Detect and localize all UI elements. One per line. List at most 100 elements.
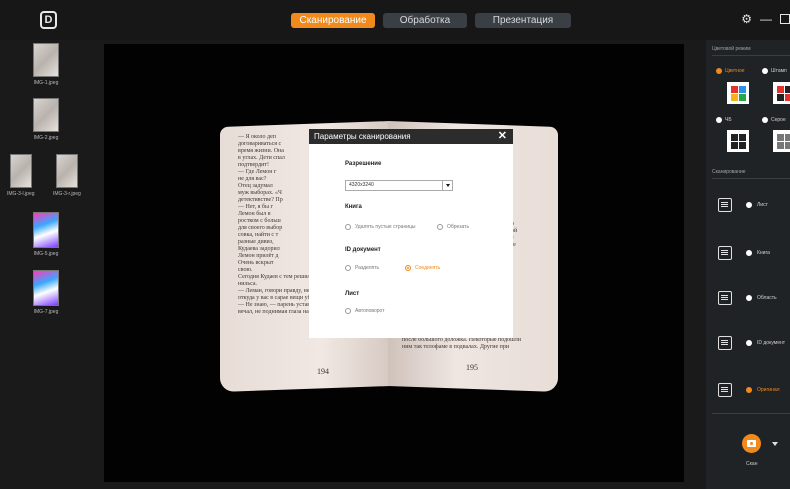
radio-dot xyxy=(345,224,351,230)
scan-mode-area[interactable]: Область xyxy=(718,291,777,305)
thumbnail-image xyxy=(9,154,32,188)
thumbnail-image xyxy=(33,212,59,248)
radio-dot xyxy=(746,387,752,393)
original-icon xyxy=(718,383,732,397)
chevron-down-icon[interactable] xyxy=(772,442,778,446)
page-number-left: 194 xyxy=(317,367,329,376)
scan-mode-sheet[interactable]: Лист xyxy=(718,198,768,212)
radio-dot xyxy=(716,117,722,123)
scan-mode-label: Книга xyxy=(757,250,770,256)
crop-option[interactable]: Обрезать xyxy=(437,224,469,230)
scan-mode-label: ID документ xyxy=(757,340,786,346)
merge-option[interactable]: Соединять xyxy=(405,265,440,271)
resolution-select[interactable]: 4320x3240 xyxy=(345,180,453,191)
scan-mode-book[interactable]: Книга xyxy=(718,246,770,260)
color-mode-stamp[interactable]: Штамп xyxy=(762,68,787,74)
thumbnail-label: IMG-2.jpeg xyxy=(33,135,59,141)
top-bar: D Сканирование Обработка Презентация ⚙ — xyxy=(0,0,790,40)
mode-tabs: Сканирование Обработка Презентация xyxy=(291,13,571,28)
thumbnail-image xyxy=(55,154,78,188)
tab-scanning[interactable]: Сканирование xyxy=(291,13,375,28)
radio-dot xyxy=(746,340,752,346)
scan-mode-original[interactable]: Оригинал xyxy=(718,383,780,397)
thumbnail-label: IMG-3-r.jpeg xyxy=(53,191,81,197)
page-number-right: 195 xyxy=(466,363,478,372)
color-mode-heading: Цветовой режим xyxy=(712,46,751,52)
thumbnail-image xyxy=(33,270,59,306)
resolution-value: 4320x3240 xyxy=(349,182,374,188)
thumbnail-image xyxy=(33,98,59,132)
option-label: Соединять xyxy=(415,265,441,271)
radio-dot xyxy=(437,224,443,230)
chevron-down-icon xyxy=(442,181,452,190)
radio-dot xyxy=(762,117,768,123)
tab-presentation[interactable]: Презентация xyxy=(475,13,571,28)
book-icon xyxy=(718,246,732,260)
divider xyxy=(712,55,790,56)
radio-dot xyxy=(762,68,768,74)
book-text-line: после большого доложка. Некоторые подошл… xyxy=(402,337,521,343)
thumbnail-label: IMG-7.jpeg xyxy=(33,309,59,315)
tab-processing[interactable]: Обработка xyxy=(383,13,467,28)
radio-dot xyxy=(405,265,411,271)
option-label: Разделять xyxy=(355,265,380,271)
radio-dot xyxy=(746,250,752,256)
color-mode-color[interactable]: Цветное xyxy=(716,68,745,74)
scan-mode-label: Лист xyxy=(757,202,768,208)
window-controls: ⚙ — xyxy=(741,12,790,26)
thumbnail-item[interactable]: IMG-5.jpeg xyxy=(33,212,59,257)
camera-icon[interactable] xyxy=(742,434,761,453)
thumbnail-item[interactable]: IMG-3-l.jpeg xyxy=(7,154,35,197)
split-option[interactable]: Разделять xyxy=(345,265,379,271)
scan-mode-id-document[interactable]: ID документ xyxy=(718,336,785,350)
thumbnail-label: IMG-5.jpeg xyxy=(33,251,59,257)
radio-dot xyxy=(716,68,722,74)
color-mode-label: ЧБ xyxy=(725,117,732,123)
sheet-icon xyxy=(718,198,732,212)
id-card-icon xyxy=(718,336,732,350)
thumbnail-item[interactable]: IMG-7.jpeg xyxy=(33,270,59,315)
color-mode-gray[interactable]: Серое xyxy=(762,117,786,123)
app-window: D Сканирование Обработка Презентация ⚙ —… xyxy=(0,0,790,489)
logo: D xyxy=(40,11,57,29)
thumbnail-sidebar: IMG-1.jpeg IMG-2.jpeg IMG-3-l.jpeg IMG-3… xyxy=(0,40,92,489)
scan-mode-label: Область xyxy=(757,295,777,301)
minimize-icon[interactable]: — xyxy=(760,12,772,26)
close-icon[interactable]: ✕ xyxy=(498,129,507,144)
divider xyxy=(712,413,790,414)
option-label: Автоповорот xyxy=(355,308,385,314)
sheet-heading: Лист xyxy=(345,291,360,297)
thumbnail-item[interactable]: IMG-1.jpeg xyxy=(33,43,59,86)
divider xyxy=(712,178,790,179)
area-icon xyxy=(718,291,732,305)
gear-icon[interactable]: ⚙ xyxy=(741,12,752,26)
thumbnail-item[interactable]: IMG-2.jpeg xyxy=(33,98,59,141)
scan-settings-dialog: Параметры сканирования ✕ Разрешение 4320… xyxy=(309,129,513,338)
remove-blank-pages-option[interactable]: Удалять пустые страницы xyxy=(345,224,415,230)
dialog-title: Параметры сканирования xyxy=(314,132,411,141)
scanning-heading: Сканирование xyxy=(712,169,746,175)
gray-swatch-icon[interactable] xyxy=(773,130,790,152)
thumbnail-label: IMG-3-l.jpeg xyxy=(7,191,35,197)
color-mode-bw[interactable]: ЧБ xyxy=(716,117,732,123)
thumbnail-label: IMG-1.jpeg xyxy=(33,80,59,86)
book-heading: Книга xyxy=(345,204,362,210)
dialog-body: Разрешение 4320x3240 Книга Удалять пусты… xyxy=(309,144,513,338)
settings-panel: Цветовой режим Цветное Штамп ЧБ Серое Ск… xyxy=(706,40,790,489)
color-mode-label: Цветное xyxy=(725,68,745,74)
stamp-swatch-icon[interactable] xyxy=(773,82,790,104)
color-swatch-icon[interactable] xyxy=(727,82,749,104)
radio-dot xyxy=(746,202,752,208)
option-label: Удалять пустые страницы xyxy=(355,224,416,230)
auto-rotate-option[interactable]: Автоповорот xyxy=(345,308,385,314)
id-document-heading: ID документ xyxy=(345,247,381,253)
scan-mode-label: Оригинал xyxy=(757,387,780,393)
maximize-icon[interactable] xyxy=(780,14,790,24)
bw-swatch-icon[interactable] xyxy=(727,130,749,152)
scan-button-label: Скан xyxy=(746,461,758,467)
option-label: Обрезать xyxy=(447,224,470,230)
resolution-heading: Разрешение xyxy=(345,161,382,167)
dialog-header: Параметры сканирования ✕ xyxy=(309,129,513,144)
radio-dot xyxy=(345,265,351,271)
thumbnail-item[interactable]: IMG-3-r.jpeg xyxy=(53,154,81,197)
